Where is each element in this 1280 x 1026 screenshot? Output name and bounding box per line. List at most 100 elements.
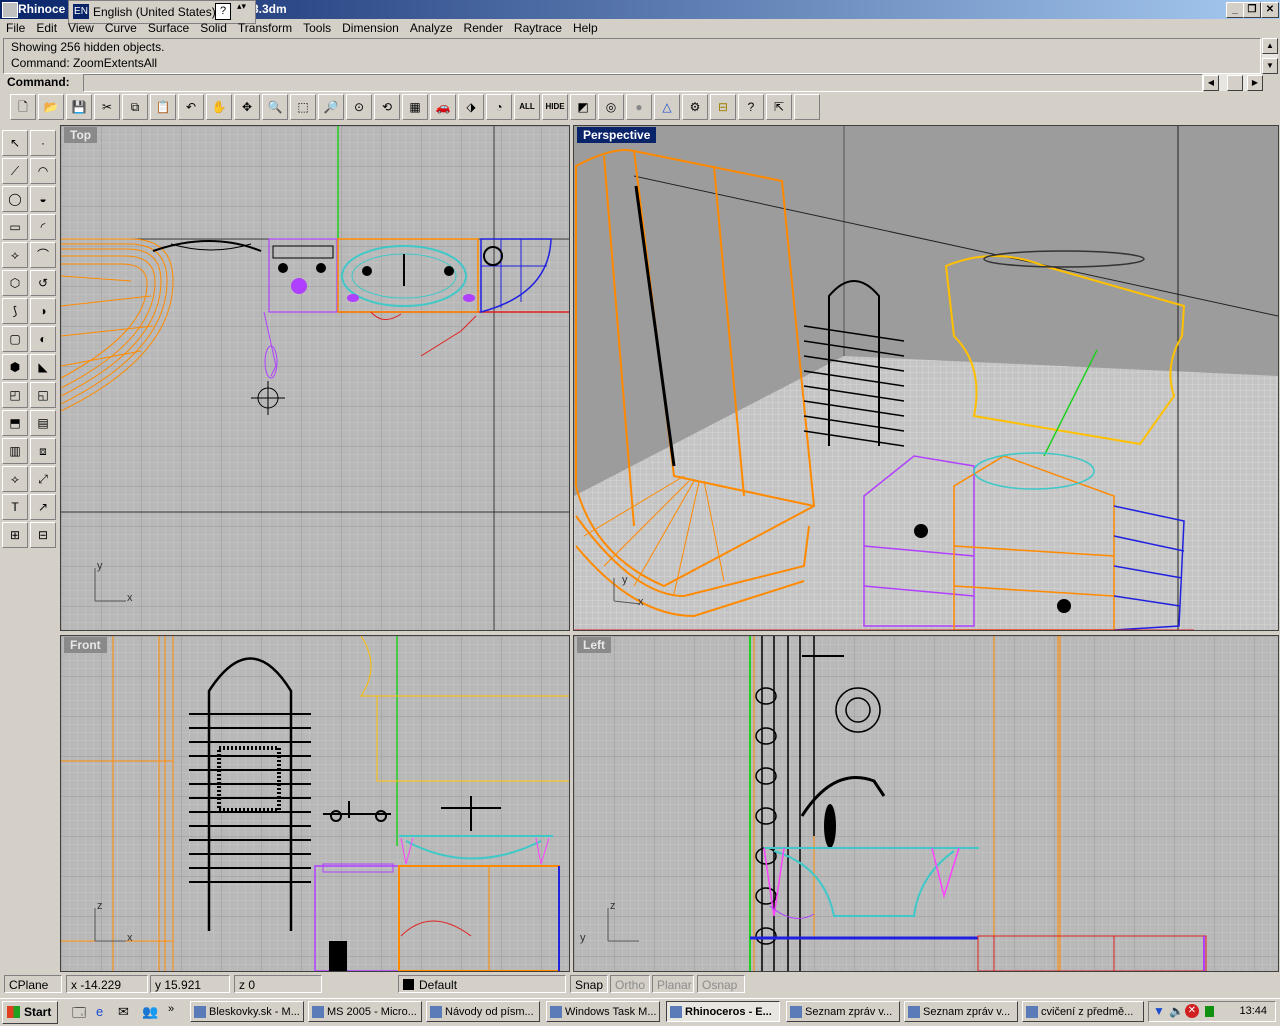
fillet-icon[interactable]: ⌒: [30, 242, 56, 268]
viewport-title-top[interactable]: Top: [64, 127, 98, 143]
curve-icon[interactable]: ◠: [30, 158, 56, 184]
viewport-title-front[interactable]: Front: [64, 637, 107, 653]
array-icon[interactable]: ▥: [2, 438, 28, 464]
quicklaunch-desktop-icon[interactable]: 🗔: [72, 1004, 86, 1026]
close-button[interactable]: ✕: [1261, 2, 1279, 18]
light-icon[interactable]: ⚙: [682, 94, 708, 120]
viewport-perspective[interactable]: Perspective y x: [573, 125, 1279, 631]
menu-help[interactable]: Help: [567, 19, 603, 35]
join-icon[interactable]: ▤: [30, 410, 56, 436]
new-file-icon[interactable]: 🗋: [10, 94, 36, 120]
viewport-top[interactable]: Top y x: [60, 125, 570, 631]
scroll-right-icon[interactable]: ▶: [1247, 75, 1263, 91]
quicklaunch-outlook-icon[interactable]: ✉: [118, 1004, 129, 1020]
restore-button[interactable]: ❐: [1243, 2, 1261, 18]
cylinder-icon[interactable]: ⬢: [2, 354, 28, 380]
surface-icon[interactable]: ⟆: [2, 298, 28, 324]
menu-raytrace[interactable]: Raytrace: [508, 19, 567, 35]
planar-toggle[interactable]: Planar: [652, 975, 694, 993]
render-car-icon[interactable]: 🚗: [430, 94, 456, 120]
help-icon[interactable]: ⇱: [766, 94, 792, 120]
task-button[interactable]: Windows Task M...: [546, 1001, 660, 1022]
layers-icon[interactable]: ◩: [570, 94, 596, 120]
polyline-icon[interactable]: ⟋: [2, 158, 28, 184]
menu-solid[interactable]: Solid: [194, 19, 232, 35]
quicklaunch-ie-icon[interactable]: e: [96, 1004, 103, 1019]
left-viewport-canvas[interactable]: [574, 636, 1278, 971]
menu-edit[interactable]: Edit: [30, 19, 62, 35]
undo-view-icon[interactable]: ⟲: [374, 94, 400, 120]
select-arrow-icon[interactable]: ↖: [2, 130, 28, 156]
save-icon[interactable]: 💾: [66, 94, 92, 120]
paste-icon[interactable]: 📋: [150, 94, 176, 120]
front-viewport-canvas[interactable]: [61, 636, 569, 971]
menu-render[interactable]: Render: [458, 19, 508, 35]
help-icon[interactable]: ?: [215, 3, 231, 20]
cut-icon[interactable]: ✂: [94, 94, 120, 120]
menu-transform[interactable]: Transform: [232, 19, 297, 35]
menu-file[interactable]: File: [0, 19, 30, 35]
mesh-icon[interactable]: ◰: [2, 382, 28, 408]
language-code[interactable]: EN: [73, 4, 89, 19]
options-arrows-icon[interactable]: ▴▾: [237, 2, 246, 11]
scroll-left-icon[interactable]: ◀: [1203, 75, 1219, 91]
hide-button[interactable]: HIDE: [542, 94, 568, 120]
language-name[interactable]: English (United States): [93, 5, 216, 19]
scale-icon[interactable]: ⤢: [30, 466, 56, 492]
minimize-button[interactable]: _: [1226, 2, 1244, 18]
quicklaunch-more-icon[interactable]: »: [168, 1003, 174, 1015]
zoom-extents-icon[interactable]: 🔎: [318, 94, 344, 120]
hexagon-icon[interactable]: ⬡: [2, 270, 28, 296]
ellipse-icon[interactable]: ◒: [30, 186, 56, 212]
tray-app-icon[interactable]: [1205, 1006, 1214, 1017]
command-input[interactable]: [83, 74, 1203, 92]
viewport-front[interactable]: Front z x: [60, 635, 570, 972]
dimension-icon[interactable]: ?: [738, 94, 764, 120]
menu-analyze[interactable]: Analyze: [404, 19, 458, 35]
task-button[interactable]: Seznam zpráv v...: [904, 1001, 1018, 1022]
ungroup-icon[interactable]: ⊟: [30, 522, 56, 548]
app-icon[interactable]: [2, 2, 18, 18]
viewport-left[interactable]: Left z y: [573, 635, 1279, 972]
shaded-icon[interactable]: ⬗: [458, 94, 484, 120]
zoom-dynamic-icon[interactable]: 🔍: [262, 94, 288, 120]
command-scrollbar[interactable]: ◀ ▶: [1203, 74, 1263, 91]
volume-icon[interactable]: 🔈: [1169, 1004, 1184, 1018]
options-gear-icon[interactable]: ⊟: [710, 94, 736, 120]
scroll-down-icon[interactable]: ▼: [1262, 58, 1278, 74]
copy-icon[interactable]: ⧉: [122, 94, 148, 120]
show-all-button[interactable]: ALL: [514, 94, 540, 120]
rotate-view-icon[interactable]: ✥: [234, 94, 260, 120]
snap-toggle[interactable]: Snap: [570, 975, 608, 993]
text-icon[interactable]: T: [2, 494, 28, 520]
quicklaunch-messenger-icon[interactable]: 👥: [142, 1004, 158, 1020]
box-icon[interactable]: ▢: [2, 326, 28, 352]
menu-tools[interactable]: Tools: [297, 19, 336, 35]
rotate-icon[interactable]: ⟡: [2, 466, 28, 492]
task-button[interactable]: Bleskovky.sk - M...: [190, 1001, 304, 1022]
history-scrollbar[interactable]: ▲ ▼: [1262, 38, 1278, 74]
menu-view[interactable]: View: [62, 19, 99, 35]
material-sphere-icon[interactable]: ●: [626, 94, 652, 120]
leader-icon[interactable]: ↗: [30, 494, 56, 520]
menu-dimension[interactable]: Dimension: [336, 19, 404, 35]
start-button[interactable]: Start: [2, 1001, 58, 1024]
scroll-up-icon[interactable]: ▲: [1262, 38, 1278, 54]
task-button-active[interactable]: Rhinoceros - E...: [666, 1001, 780, 1022]
boolean-icon[interactable]: ◐: [30, 326, 56, 352]
cplane-indicator[interactable]: CPlane: [4, 975, 62, 993]
select-icon[interactable]: ◔: [486, 94, 512, 120]
zoom-window-icon[interactable]: ⬚: [290, 94, 316, 120]
move-icon[interactable]: ⧈: [30, 438, 56, 464]
current-layer[interactable]: Default: [398, 975, 566, 993]
split-icon[interactable]: ◱: [30, 382, 56, 408]
group-icon[interactable]: ⊞: [2, 522, 28, 548]
properties-icon[interactable]: [794, 94, 820, 120]
zoom-selected-icon[interactable]: ⊙: [346, 94, 372, 120]
trim-icon[interactable]: ⬒: [2, 410, 28, 436]
task-button[interactable]: Návody od písm...: [426, 1001, 540, 1022]
rectangle-icon[interactable]: ▭: [2, 214, 28, 240]
viewport-title-left[interactable]: Left: [577, 637, 611, 653]
point-icon[interactable]: ·: [30, 130, 56, 156]
ortho-toggle[interactable]: Ortho: [610, 975, 650, 993]
